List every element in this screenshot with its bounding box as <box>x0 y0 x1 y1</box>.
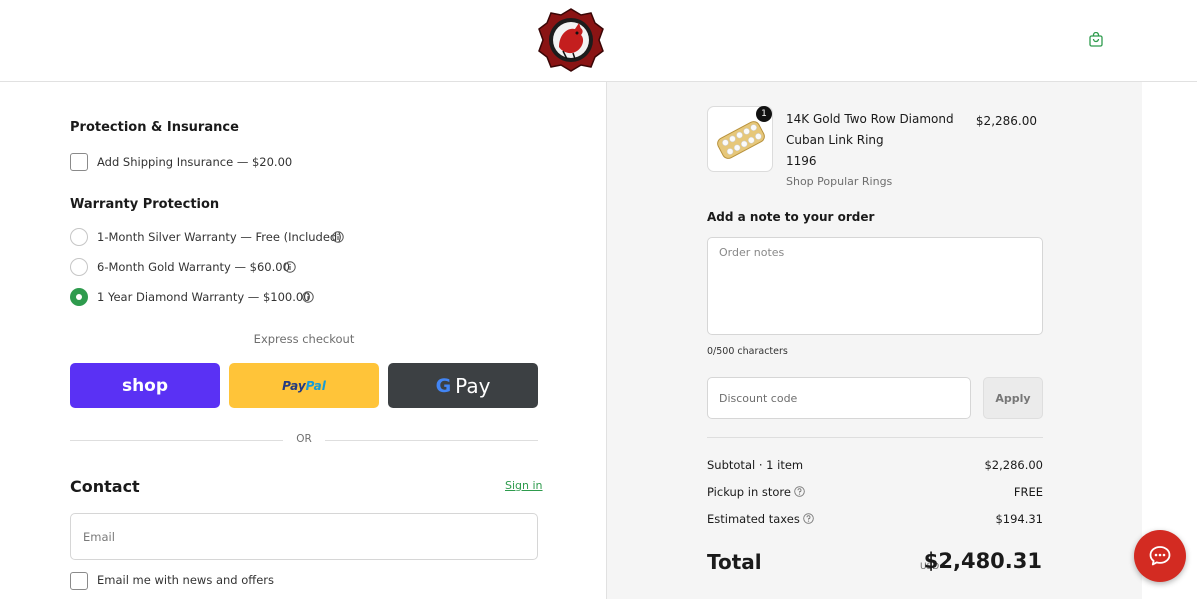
info-icon[interactable] <box>332 231 344 243</box>
pickup-value: FREE <box>1013 485 1043 499</box>
warranty-title: Warranty Protection <box>70 197 220 212</box>
info-icon[interactable] <box>284 261 296 273</box>
quantity-badge: 1 <box>756 106 772 122</box>
warranty-radio-gold[interactable] <box>70 258 88 276</box>
chat-button[interactable] <box>1134 530 1186 582</box>
google-pay-button[interactable]: G Pay <box>388 363 538 408</box>
sign-in-link[interactable]: Sign in <box>505 479 543 492</box>
discount-code-input[interactable] <box>707 377 971 419</box>
character-count: 0/500 characters <box>707 346 788 357</box>
order-notes-textarea[interactable] <box>707 237 1043 335</box>
warranty-radio-diamond[interactable] <box>70 288 88 306</box>
taxes-label-wrap: Estimated taxes <box>707 512 814 526</box>
newsletter-checkbox[interactable] <box>70 572 88 590</box>
or-separator: OR <box>296 433 312 445</box>
help-icon[interactable] <box>803 513 814 524</box>
rooster-crest-logo[interactable] <box>537 7 605 73</box>
warranty-label-diamond: 1 Year Diamond Warranty — $100.00 <box>97 290 311 304</box>
shop-pay-label: shop <box>121 375 169 396</box>
warranty-radio-silver[interactable] <box>70 228 88 246</box>
divider <box>325 440 538 441</box>
warranty-label-gold: 6-Month Gold Warranty — $60.00 <box>97 260 290 274</box>
total-label: Total <box>707 550 762 574</box>
shipping-insurance-checkbox[interactable] <box>70 153 88 171</box>
warranty-label-silver: 1-Month Silver Warranty — Free (Included… <box>97 230 342 244</box>
order-note-title: Add a note to your order <box>707 210 875 224</box>
express-checkout-label: Express checkout <box>253 332 355 346</box>
shipping-insurance-label: Add Shipping Insurance — $20.00 <box>97 155 293 169</box>
contact-title: Contact <box>70 477 140 496</box>
email-field[interactable] <box>70 513 538 560</box>
product-vendor: Shop Popular Rings <box>786 175 893 188</box>
protection-title: Protection & Insurance <box>70 120 239 135</box>
apply-discount-button[interactable]: Apply <box>983 377 1043 419</box>
pickup-label-wrap: Pickup in store <box>707 485 805 499</box>
shop-pay-button[interactable]: shop <box>70 363 220 408</box>
paypal-button[interactable]: Pay Pal <box>229 363 379 408</box>
taxes-label: Estimated taxes <box>707 512 800 526</box>
chat-bubble-icon <box>1149 546 1171 566</box>
header <box>0 0 1197 82</box>
product-sku: 1196 <box>786 154 817 168</box>
divider <box>70 440 283 441</box>
paypal-label-pay: Pay <box>282 378 306 393</box>
shopping-bag-icon[interactable] <box>1088 32 1104 48</box>
google-g-icon: G <box>435 374 452 397</box>
taxes-value: $194.31 <box>995 512 1043 526</box>
info-icon[interactable] <box>302 291 314 303</box>
checkout-form: Protection & Insurance Add Shipping Insu… <box>0 82 606 599</box>
subtotal-label: Subtotal · 1 item <box>707 458 804 472</box>
google-pay-label: Pay <box>455 373 491 398</box>
product-price: $2,286.00 <box>975 114 1037 128</box>
total-value: $2,480.31 <box>923 549 1042 573</box>
newsletter-label: Email me with news and offers <box>97 573 275 587</box>
help-icon[interactable] <box>794 486 805 497</box>
divider <box>707 437 1043 438</box>
subtotal-value: $2,286.00 <box>984 458 1043 472</box>
order-summary: 1 14K Gold Two Row Diamond Cuban Link Ri… <box>606 82 1142 599</box>
pickup-label: Pickup in store <box>707 485 791 499</box>
page-margin <box>1142 82 1197 599</box>
paypal-label-pal: Pal <box>305 378 326 393</box>
